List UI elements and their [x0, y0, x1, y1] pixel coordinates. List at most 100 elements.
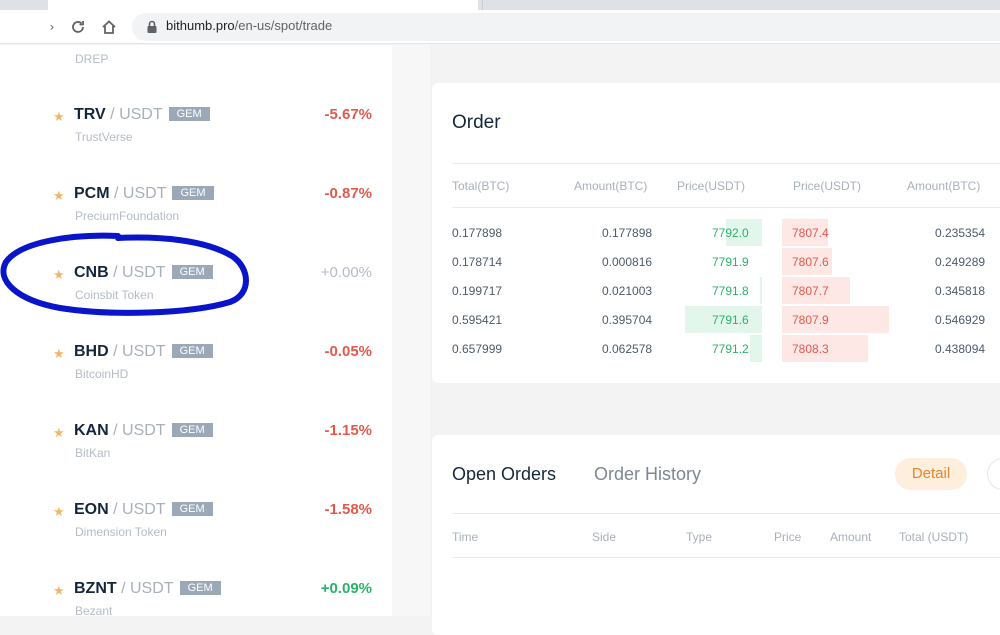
- market-row[interactable]: ★ TRV / USDT GEM TrustVerse -5.67%: [0, 106, 392, 185]
- market-fullname: BitKan: [75, 446, 111, 460]
- market-row[interactable]: ★ KAN / USDT GEM BitKan -1.15%: [0, 422, 392, 501]
- market-quote: / USDT: [113, 422, 166, 439]
- market-change: -5.67%: [324, 106, 372, 123]
- detail-button[interactable]: Detail: [895, 458, 967, 490]
- market-change: -1.58%: [324, 501, 372, 518]
- order-amount: 0.395704: [602, 313, 653, 327]
- col-header-price: Price: [774, 530, 802, 544]
- order-amount: 0.000816: [602, 255, 653, 269]
- gem-badge: GEM: [171, 265, 213, 279]
- ask-price: 7807.9: [792, 313, 829, 327]
- col-header-total: Total (USDT): [899, 530, 969, 544]
- ask-amount: 0.235354: [935, 226, 986, 240]
- market-quote: / USDT: [113, 501, 166, 518]
- gem-badge: GEM: [171, 502, 213, 516]
- divider: [452, 513, 1000, 514]
- market-symbol: TRV: [74, 106, 106, 123]
- gem-badge: GEM: [171, 423, 213, 437]
- divider: [452, 207, 1000, 208]
- market-fullname: BitcoinHD: [75, 367, 129, 381]
- market-change: -0.05%: [324, 343, 372, 360]
- bid-price: 7791.9: [712, 255, 749, 269]
- address-bar[interactable]: bithumb.pro/en-us/spot/trade: [132, 13, 1000, 41]
- ask-price: 7808.3: [792, 342, 829, 356]
- col-header-bid-price: Price(USDT): [677, 179, 745, 193]
- order-total: 0.657999: [452, 342, 503, 356]
- divider: [452, 163, 1000, 164]
- market-row-cnb[interactable]: ★ CNB / USDT GEM Coinsbit Token +0.00%: [0, 264, 392, 343]
- star-icon[interactable]: ★: [53, 189, 65, 204]
- market-fullname: Dimension Token: [75, 525, 167, 539]
- market-quote: / USDT: [110, 106, 163, 123]
- market-change: -1.15%: [324, 422, 372, 439]
- gem-badge: GEM: [168, 107, 210, 121]
- order-amount: 0.177898: [602, 226, 653, 240]
- market-name-partial: DREP: [75, 52, 109, 66]
- browser-toolbar: › bithumb.pro/en-us/spot/trade: [0, 10, 1000, 44]
- market-row[interactable]: ★ EON / USDT GEM Dimension Token -1.58%: [0, 501, 392, 580]
- col-header-ask-amount: Amount(BTC): [907, 179, 981, 193]
- home-icon[interactable]: [97, 15, 121, 39]
- order-amount: 0.021003: [602, 284, 653, 298]
- toolbar-button[interactable]: [987, 458, 1000, 490]
- col-header-amount: Amount: [830, 530, 872, 544]
- ask-amount: 0.438094: [935, 342, 986, 356]
- ask-amount: 0.546929: [935, 313, 986, 327]
- star-icon[interactable]: ★: [53, 505, 65, 520]
- browser-tab-inactive[interactable]: [482, 0, 1000, 10]
- market-change: -0.87%: [324, 185, 372, 202]
- star-icon[interactable]: ★: [53, 268, 65, 283]
- gem-badge: GEM: [171, 344, 213, 358]
- browser-tab-strip: [0, 0, 1000, 10]
- order-amount: 0.062578: [602, 342, 653, 356]
- bid-price: 7791.6: [712, 313, 749, 327]
- market-row[interactable]: ★ PCM / USDT GEM PreciumFoundation -0.87%: [0, 185, 392, 264]
- bid-depth-bar: [750, 335, 762, 362]
- lock-icon: [147, 20, 157, 33]
- order-card: Order Total(BTC) Amount(BTC) Price(USDT)…: [432, 83, 1000, 383]
- market-symbol: CNB: [74, 264, 109, 281]
- star-icon[interactable]: ★: [53, 584, 65, 599]
- market-symbol: KAN: [74, 422, 109, 439]
- gem-badge: GEM: [172, 186, 214, 200]
- market-fullname: TrustVerse: [75, 130, 133, 144]
- market-symbol: EON: [74, 501, 109, 518]
- market-fullname: Coinsbit Token: [75, 288, 154, 302]
- order-total: 0.595421: [452, 313, 503, 327]
- star-icon[interactable]: ★: [53, 347, 65, 362]
- market-quote: / USDT: [113, 264, 166, 281]
- tab-order-history[interactable]: Order History: [594, 464, 701, 485]
- market-symbol: PCM: [74, 185, 110, 202]
- bid-depth-bar: [760, 277, 762, 304]
- order-total: 0.177898: [452, 226, 503, 240]
- market-fullname: Bezant: [75, 604, 113, 616]
- forward-icon[interactable]: ›: [40, 15, 64, 39]
- col-header-side: Side: [592, 530, 617, 544]
- market-list: DREP ★ TRV / USDT GEM TrustVerse -5.67% ★…: [0, 45, 392, 616]
- browser-tab-active[interactable]: [48, 0, 478, 10]
- bid-price: 7792.0: [712, 226, 749, 240]
- order-total: 0.199717: [452, 284, 503, 298]
- url-text: bithumb.pro/en-us/spot/trade: [166, 18, 332, 33]
- url-host: bithumb.pro: [166, 18, 235, 33]
- star-icon[interactable]: ★: [53, 110, 65, 125]
- reload-icon[interactable]: [66, 15, 90, 39]
- ask-amount: 0.345818: [935, 284, 986, 298]
- col-header-ask-price: Price(USDT): [793, 179, 861, 193]
- market-quote: / USDT: [113, 343, 166, 360]
- market-symbol: BHD: [74, 343, 109, 360]
- ask-amount: 0.249289: [935, 255, 986, 269]
- ask-price: 7807.7: [792, 284, 829, 298]
- star-icon[interactable]: ★: [53, 426, 65, 441]
- bid-price: 7791.8: [712, 284, 749, 298]
- market-row[interactable]: ★ BHD / USDT GEM BitcoinHD -0.05%: [0, 343, 392, 422]
- market-quote: / USDT: [114, 185, 167, 202]
- market-quote: / USDT: [121, 580, 174, 597]
- order-total: 0.178714: [452, 255, 503, 269]
- market-row[interactable]: ★ BZNT / USDT GEM Bezant +0.09%: [0, 580, 392, 616]
- order-title: Order: [452, 112, 501, 133]
- market-change: +0.09%: [320, 580, 372, 597]
- tab-open-orders[interactable]: Open Orders: [452, 464, 556, 485]
- url-path: /en-us/spot/trade: [234, 18, 333, 33]
- col-header-amount: Amount(BTC): [574, 179, 648, 193]
